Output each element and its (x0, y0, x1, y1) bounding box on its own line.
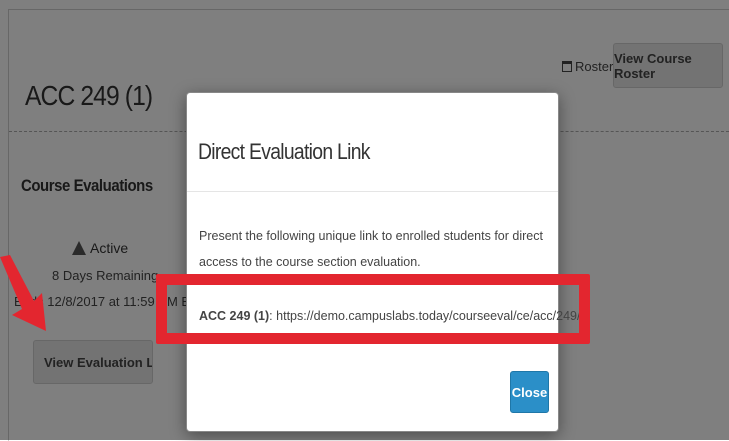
modal-title: Direct Evaluation Link (198, 139, 370, 164)
modal-header: Direct Evaluation Link (187, 93, 558, 192)
red-arrow-icon (0, 255, 46, 331)
close-button[interactable]: Close (510, 371, 549, 413)
highlight-annotation (156, 274, 590, 344)
modal-footer (187, 347, 558, 431)
direct-evaluation-link-modal: Direct Evaluation Link Present the follo… (186, 92, 587, 432)
modal-description: Present the following unique link to enr… (199, 229, 543, 269)
